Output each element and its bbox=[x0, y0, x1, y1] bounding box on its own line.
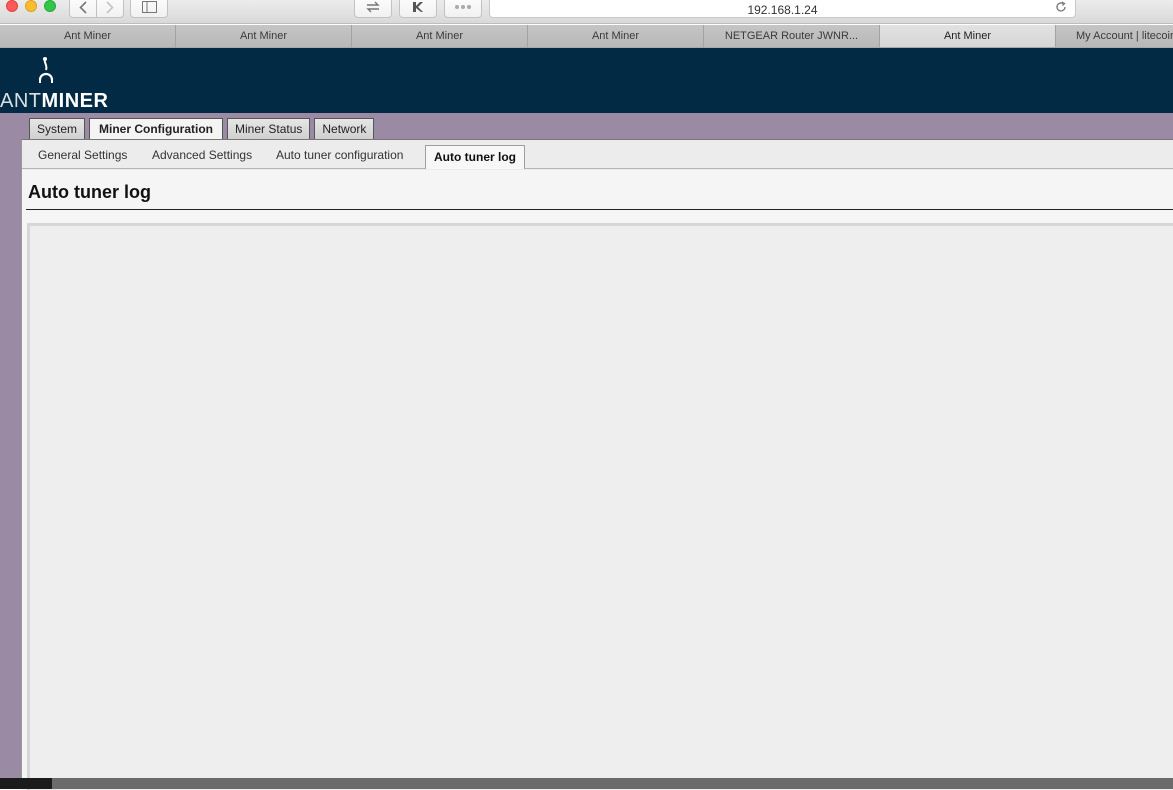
browser-tab[interactable]: Ant Miner bbox=[352, 25, 528, 47]
sidebar-icon bbox=[141, 1, 157, 13]
browser-tab[interactable]: Ant Miner bbox=[176, 25, 352, 47]
bottom-scrollbar bbox=[0, 778, 1173, 789]
share-icon bbox=[366, 1, 380, 13]
close-window-button[interactable] bbox=[6, 0, 18, 12]
minimize-window-button[interactable] bbox=[25, 0, 37, 12]
logo-text-thin: ANT bbox=[0, 90, 42, 112]
sub-nav: General Settings Advanced Settings Auto … bbox=[22, 144, 1173, 169]
chevron-left-icon bbox=[79, 0, 87, 14]
ant-logo-icon bbox=[38, 57, 54, 83]
tab-miner-configuration[interactable]: Miner Configuration bbox=[89, 118, 224, 140]
antminer-logo: ANTMINER bbox=[0, 56, 108, 112]
extension-button[interactable] bbox=[399, 0, 437, 18]
browser-tab[interactable]: NETGEAR Router JWNR... bbox=[704, 25, 880, 47]
address-url: 192.168.1.24 bbox=[747, 3, 818, 17]
subtab-auto-tuner-log[interactable]: Auto tuner log bbox=[425, 145, 525, 169]
browser-tab-bar: Ant Miner Ant Miner Ant Miner Ant Miner … bbox=[0, 25, 1173, 48]
app-header: ANTMINER bbox=[0, 48, 1173, 113]
browser-toolbar: 192.168.1.24 bbox=[0, 0, 1173, 24]
scrollbar-thumb[interactable] bbox=[0, 778, 52, 789]
tab-miner-status[interactable]: Miner Status bbox=[227, 118, 311, 139]
address-bar[interactable]: 192.168.1.24 bbox=[489, 0, 1076, 18]
content-panel: General Settings Advanced Settings Auto … bbox=[21, 139, 1173, 790]
forward-button[interactable] bbox=[96, 0, 124, 18]
back-button[interactable] bbox=[69, 0, 97, 18]
logo-text-bold: MINER bbox=[41, 90, 109, 112]
subtab-general-settings[interactable]: General Settings bbox=[38, 148, 127, 162]
more-button[interactable] bbox=[444, 0, 482, 18]
auto-tuner-log-textarea[interactable] bbox=[27, 223, 1173, 790]
page-title: Auto tuner log bbox=[28, 182, 151, 202]
share-button[interactable] bbox=[354, 0, 392, 18]
main-nav: System Miner Configuration Miner Status … bbox=[29, 118, 378, 140]
browser-tab[interactable]: Ant Miner bbox=[528, 25, 704, 47]
chevron-right-icon bbox=[106, 0, 114, 14]
page-area: Auto tuner log bbox=[22, 170, 1173, 790]
tab-network[interactable]: Network bbox=[314, 118, 375, 139]
zoom-window-button[interactable] bbox=[44, 0, 56, 12]
browser-tab-active[interactable]: Ant Miner bbox=[880, 25, 1056, 47]
dots-icon bbox=[455, 5, 471, 9]
title-divider bbox=[26, 209, 1173, 210]
sidebar-button[interactable] bbox=[130, 0, 168, 18]
reload-icon[interactable] bbox=[1055, 1, 1067, 13]
logo-text: ANTMINER bbox=[0, 90, 108, 113]
browser-tab[interactable]: Ant Miner bbox=[0, 25, 176, 47]
tab-system[interactable]: System bbox=[29, 118, 86, 139]
subtab-advanced-settings[interactable]: Advanced Settings bbox=[152, 148, 252, 162]
browser-tab[interactable]: My Account | litecoir bbox=[1056, 25, 1173, 47]
subtab-auto-tuner-configuration[interactable]: Auto tuner configuration bbox=[276, 148, 403, 162]
extension-icon bbox=[413, 2, 423, 12]
